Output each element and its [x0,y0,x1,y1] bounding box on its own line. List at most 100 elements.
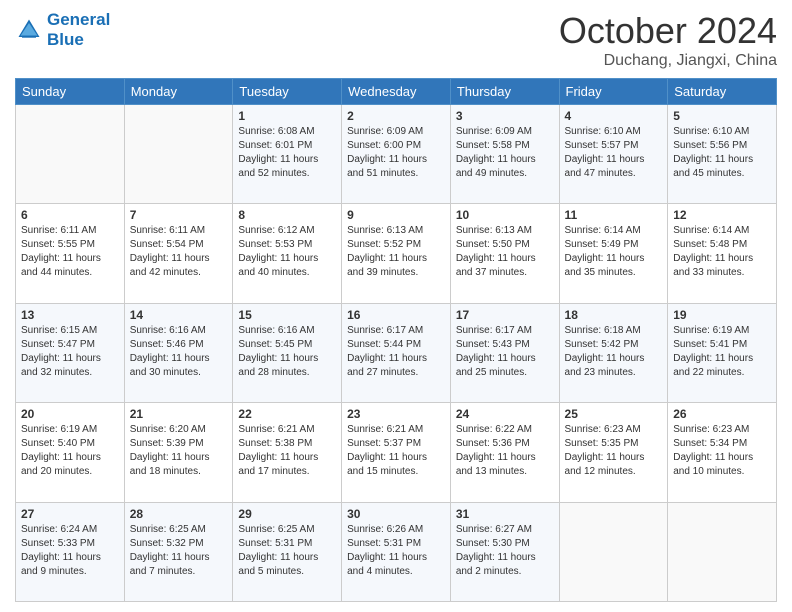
day-number: 29 [238,507,336,521]
cell-info: Sunrise: 6:12 AM Sunset: 5:53 PM Dayligh… [238,224,336,280]
cell-info: Sunrise: 6:14 AM Sunset: 5:48 PM Dayligh… [673,224,771,280]
calendar-cell: 4 Sunrise: 6:10 AM Sunset: 5:57 PM Daylig… [559,105,668,204]
calendar-week-row: 20Sunrise: 6:19 AM Sunset: 5:40 PM Dayli… [16,403,777,502]
calendar-cell: 19Sunrise: 6:19 AM Sunset: 5:41 PM Dayli… [668,303,777,402]
calendar-cell: 12 Sunrise: 6:14 AM Sunset: 5:48 PM Dayli… [668,204,777,303]
day-number: 4 [565,109,663,123]
cell-info: Sunrise: 6:09 AM Sunset: 5:58 PM Dayligh… [456,125,554,181]
day-number: 16 [347,308,445,322]
calendar-cell: 27 Sunrise: 6:24 AM Sunset: 5:33 PM Dayli… [16,502,125,601]
cell-info: Sunrise: 6:17 AM Sunset: 5:43 PM Dayligh… [456,324,554,380]
cell-info: Sunrise: 6:25 AM Sunset: 5:31 PM Dayligh… [238,523,336,579]
calendar-cell: 6Sunrise: 6:11 AM Sunset: 5:55 PM Daylig… [16,204,125,303]
calendar-cell: 25Sunrise: 6:23 AM Sunset: 5:35 PM Dayli… [559,403,668,502]
cell-info: Sunrise: 6:20 AM Sunset: 5:39 PM Dayligh… [130,423,228,479]
calendar-cell: 14 Sunrise: 6:16 AM Sunset: 5:46 PM Dayli… [124,303,233,402]
calendar-week-row: 13Sunrise: 6:15 AM Sunset: 5:47 PM Dayli… [16,303,777,402]
calendar-week-row: 6Sunrise: 6:11 AM Sunset: 5:55 PM Daylig… [16,204,777,303]
calendar-cell [559,502,668,601]
day-number: 7 [130,208,228,222]
day-number: 22 [238,407,336,421]
cell-info: Sunrise: 6:16 AM Sunset: 5:46 PM Dayligh… [130,324,228,380]
day-number: 14 [130,308,228,322]
calendar-cell: 7Sunrise: 6:11 AM Sunset: 5:54 PM Daylig… [124,204,233,303]
calendar-day-header: Thursday [450,79,559,105]
calendar-cell: 10Sunrise: 6:13 AM Sunset: 5:50 PM Dayli… [450,204,559,303]
cell-info: Sunrise: 6:25 AM Sunset: 5:32 PM Dayligh… [130,523,228,579]
day-number: 25 [565,407,663,421]
logo: General Blue [15,10,110,50]
cell-info: Sunrise: 6:21 AM Sunset: 5:37 PM Dayligh… [347,423,445,479]
calendar-day-header: Wednesday [342,79,451,105]
cell-info: Sunrise: 6:21 AM Sunset: 5:38 PM Dayligh… [238,423,336,479]
calendar-cell: 28 Sunrise: 6:25 AM Sunset: 5:32 PM Dayli… [124,502,233,601]
title-block: October 2024 Duchang, Jiangxi, China [559,10,777,70]
calendar-cell: 5 Sunrise: 6:10 AM Sunset: 5:56 PM Daylig… [668,105,777,204]
day-number: 26 [673,407,771,421]
day-number: 31 [456,507,554,521]
day-number: 3 [456,109,554,123]
cell-info: Sunrise: 6:22 AM Sunset: 5:36 PM Dayligh… [456,423,554,479]
month-title: October 2024 [559,10,777,52]
calendar-cell: 30Sunrise: 6:26 AM Sunset: 5:31 PM Dayli… [342,502,451,601]
calendar-cell: 2 Sunrise: 6:09 AM Sunset: 6:00 PM Daylig… [342,105,451,204]
calendar-cell: 26 Sunrise: 6:23 AM Sunset: 5:34 PM Dayli… [668,403,777,502]
day-number: 24 [456,407,554,421]
calendar-cell: 24 Sunrise: 6:22 AM Sunset: 5:36 PM Dayli… [450,403,559,502]
calendar-cell: 3 Sunrise: 6:09 AM Sunset: 5:58 PM Daylig… [450,105,559,204]
cell-info: Sunrise: 6:10 AM Sunset: 5:57 PM Dayligh… [565,125,663,181]
page: General Blue October 2024 Duchang, Jiang… [0,0,792,612]
cell-info: Sunrise: 6:11 AM Sunset: 5:55 PM Dayligh… [21,224,119,280]
logo-text: General Blue [47,10,110,50]
day-number: 28 [130,507,228,521]
calendar-cell: 1Sunrise: 6:08 AM Sunset: 6:01 PM Daylig… [233,105,342,204]
cell-info: Sunrise: 6:19 AM Sunset: 5:40 PM Dayligh… [21,423,119,479]
calendar-cell: 20Sunrise: 6:19 AM Sunset: 5:40 PM Dayli… [16,403,125,502]
logo-icon [15,16,43,44]
calendar-cell: 21Sunrise: 6:20 AM Sunset: 5:39 PM Dayli… [124,403,233,502]
day-number: 12 [673,208,771,222]
cell-info: Sunrise: 6:13 AM Sunset: 5:52 PM Dayligh… [347,224,445,280]
day-number: 11 [565,208,663,222]
calendar-cell [124,105,233,204]
header: General Blue October 2024 Duchang, Jiang… [15,10,777,70]
calendar-cell: 23 Sunrise: 6:21 AM Sunset: 5:37 PM Dayli… [342,403,451,502]
calendar-cell: 9 Sunrise: 6:13 AM Sunset: 5:52 PM Daylig… [342,204,451,303]
cell-info: Sunrise: 6:09 AM Sunset: 6:00 PM Dayligh… [347,125,445,181]
day-number: 8 [238,208,336,222]
calendar-cell: 15 Sunrise: 6:16 AM Sunset: 5:45 PM Dayli… [233,303,342,402]
calendar-cell [668,502,777,601]
day-number: 19 [673,308,771,322]
cell-info: Sunrise: 6:10 AM Sunset: 5:56 PM Dayligh… [673,125,771,181]
calendar-cell [16,105,125,204]
day-number: 15 [238,308,336,322]
day-number: 2 [347,109,445,123]
cell-info: Sunrise: 6:08 AM Sunset: 6:01 PM Dayligh… [238,125,336,181]
day-number: 17 [456,308,554,322]
calendar-cell: 11 Sunrise: 6:14 AM Sunset: 5:49 PM Dayli… [559,204,668,303]
calendar-cell: 17 Sunrise: 6:17 AM Sunset: 5:43 PM Dayli… [450,303,559,402]
day-number: 9 [347,208,445,222]
cell-info: Sunrise: 6:26 AM Sunset: 5:31 PM Dayligh… [347,523,445,579]
day-number: 5 [673,109,771,123]
cell-info: Sunrise: 6:24 AM Sunset: 5:33 PM Dayligh… [21,523,119,579]
calendar-header-row: SundayMondayTuesdayWednesdayThursdayFrid… [16,79,777,105]
day-number: 27 [21,507,119,521]
calendar-cell: 18Sunrise: 6:18 AM Sunset: 5:42 PM Dayli… [559,303,668,402]
cell-info: Sunrise: 6:23 AM Sunset: 5:34 PM Dayligh… [673,423,771,479]
calendar-day-header: Tuesday [233,79,342,105]
cell-info: Sunrise: 6:16 AM Sunset: 5:45 PM Dayligh… [238,324,336,380]
calendar-cell: 22 Sunrise: 6:21 AM Sunset: 5:38 PM Dayli… [233,403,342,502]
day-number: 18 [565,308,663,322]
day-number: 23 [347,407,445,421]
cell-info: Sunrise: 6:15 AM Sunset: 5:47 PM Dayligh… [21,324,119,380]
calendar-day-header: Sunday [16,79,125,105]
calendar-day-header: Saturday [668,79,777,105]
calendar-day-header: Friday [559,79,668,105]
location: Duchang, Jiangxi, China [559,52,777,70]
calendar-cell: 13Sunrise: 6:15 AM Sunset: 5:47 PM Dayli… [16,303,125,402]
cell-info: Sunrise: 6:13 AM Sunset: 5:50 PM Dayligh… [456,224,554,280]
calendar-cell: 31Sunrise: 6:27 AM Sunset: 5:30 PM Dayli… [450,502,559,601]
calendar-cell: 29 Sunrise: 6:25 AM Sunset: 5:31 PM Dayli… [233,502,342,601]
cell-info: Sunrise: 6:14 AM Sunset: 5:49 PM Dayligh… [565,224,663,280]
